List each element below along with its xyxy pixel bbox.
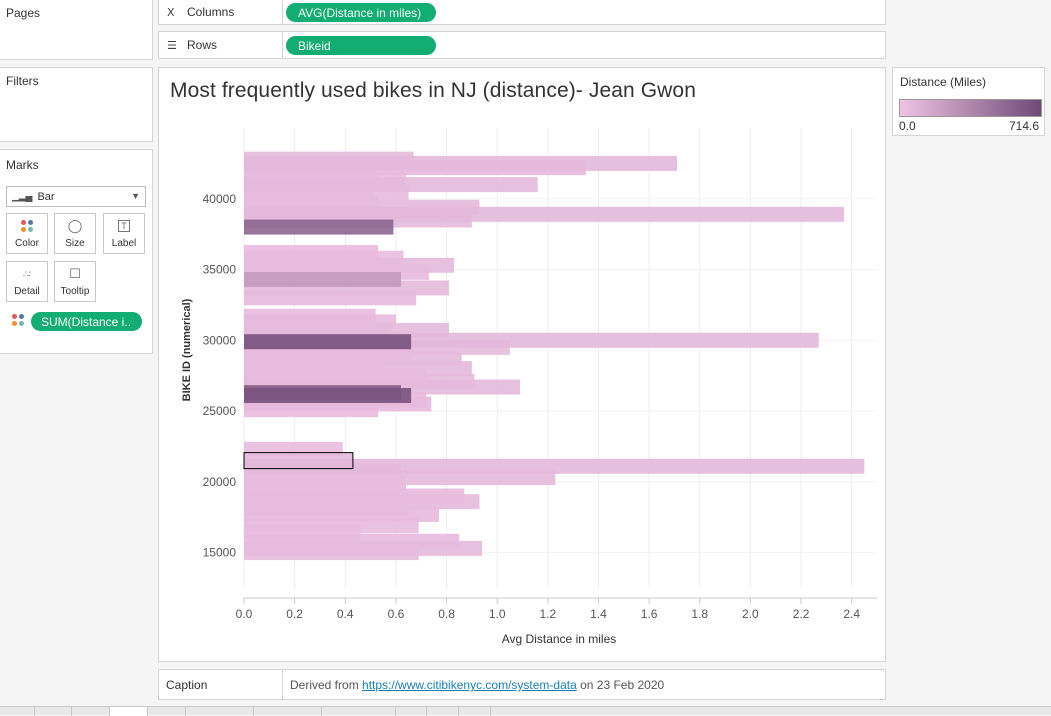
sheet-tab-strip (0, 706, 1051, 716)
x-tick-label: 2.2 (793, 607, 810, 621)
caption-text: Derived from https://www.citibikenyc.com… (290, 678, 664, 692)
bar[interactable] (244, 155, 677, 171)
y-tick-label: 20000 (203, 475, 237, 489)
caption-link[interactable]: https://www.citibikenyc.com/system-data (362, 678, 577, 692)
detail-button-label: Detail (14, 286, 40, 297)
y-tick-label: 30000 (203, 333, 237, 347)
pages-title: Pages (6, 6, 41, 20)
x-axis-label: Avg Distance in miles (502, 632, 617, 646)
x-tick-label: 1.0 (489, 607, 506, 621)
size-button[interactable]: ◯ Size (54, 213, 96, 254)
tooltip-button[interactable]: ☐ Tooltip (54, 261, 96, 302)
label-button[interactable]: T Label (103, 213, 145, 254)
columns-label-text: Columns (187, 5, 235, 19)
marks-title: Marks (6, 158, 39, 172)
size-button-label: Size (65, 238, 85, 249)
caption-bar: Caption Derived from https://www.citibik… (158, 669, 886, 700)
label-icon: T (104, 214, 144, 238)
bar[interactable] (244, 177, 538, 193)
bar-chart-icon: ▁▂▄ (12, 191, 32, 202)
bar[interactable] (244, 334, 412, 350)
x-tick-label: 0.0 (236, 607, 253, 621)
bar[interactable] (244, 388, 412, 404)
y-tick-label: 40000 (203, 192, 237, 206)
rows-icon: ☰ (167, 39, 177, 52)
pages-card: Pages (0, 0, 153, 60)
legend-min: 0.0 (899, 119, 916, 133)
detail-button[interactable]: ∴∶ Detail (6, 261, 48, 302)
caption-prefix: Derived from (290, 678, 363, 692)
color-legend[interactable]: Distance (Miles) 0.0 714.6 (892, 67, 1045, 136)
x-tick-label: 1.6 (641, 607, 658, 621)
size-icon: ◯ (67, 218, 83, 233)
rows-label-text: Rows (187, 38, 218, 52)
x-tick-label: 0.8 (438, 607, 455, 621)
filters-card[interactable]: Filters (0, 67, 153, 142)
rows-pill[interactable]: Bikeid (286, 36, 436, 55)
mark-type-dropdown[interactable]: ▁▂▄ Bar ▼ (6, 186, 146, 207)
x-tick-label: 2.0 (742, 607, 759, 621)
filters-title: Filters (6, 74, 39, 88)
y-tick-label: 15000 (203, 546, 237, 560)
detail-icon: ∴∶ (22, 268, 32, 279)
x-tick-label: 1.8 (691, 607, 708, 621)
y-tick-label: 35000 (203, 263, 237, 277)
y-axis-label: BIKE ID (numerical) (181, 298, 193, 401)
bar[interactable] (244, 257, 455, 273)
tooltip-icon: ☐ (69, 266, 81, 281)
color-icon (7, 214, 47, 238)
chevron-down-icon: ▼ (131, 191, 140, 201)
color-button-label: Color (15, 238, 39, 249)
chart-panel: Most frequently used bikes in NJ (distan… (158, 67, 886, 662)
rows-shelf[interactable]: ☰ Rows Bikeid (158, 31, 886, 59)
caption-label: Caption (159, 670, 283, 699)
x-tick-label: 0.4 (337, 607, 354, 621)
columns-label: Ⅹ Columns (159, 0, 283, 24)
bar[interactable] (244, 458, 865, 474)
legend-title: Distance (Miles) (900, 75, 987, 89)
y-tick-label: 25000 (203, 404, 237, 418)
columns-icon: Ⅹ (167, 6, 175, 19)
rows-label: ☰ Rows (159, 32, 283, 58)
x-tick-label: 2.4 (843, 607, 860, 621)
bar[interactable] (244, 271, 401, 287)
x-tick-label: 0.2 (286, 607, 303, 621)
legend-color-ramp (899, 99, 1042, 117)
x-tick-label: 0.6 (388, 607, 405, 621)
legend-max: 714.6 (1008, 119, 1039, 133)
bar[interactable] (244, 219, 394, 235)
marks-pill-color-icon (12, 314, 24, 326)
x-tick-label: 1.2 (539, 607, 556, 621)
columns-pill[interactable]: AVG(Distance in miles) (286, 3, 436, 22)
bar[interactable] (244, 494, 480, 510)
label-button-label: Label (111, 238, 137, 249)
mark-type-value: Bar (37, 190, 55, 203)
bar-chart: 0.0 0.2 0.4 0.6 0.8 1.0 1.2 1.4 1.6 1.8 2.0 2.2 2.4 … (181, 128, 877, 646)
color-button[interactable]: Color (6, 213, 48, 254)
x-tick-label: 1.4 (590, 607, 607, 621)
columns-shelf[interactable]: Ⅹ Columns AVG(Distance in miles) (158, 0, 886, 25)
marks-card: Marks ▁▂▄ Bar ▼ Color ◯ Size T Label ∴∶ … (0, 149, 153, 354)
tooltip-button-label: Tooltip (60, 286, 90, 297)
bar[interactable] (244, 540, 483, 556)
marks-color-pill[interactable]: SUM(Distance i.. (31, 312, 142, 331)
caption-suffix: on 23 Feb 2020 (576, 678, 665, 692)
